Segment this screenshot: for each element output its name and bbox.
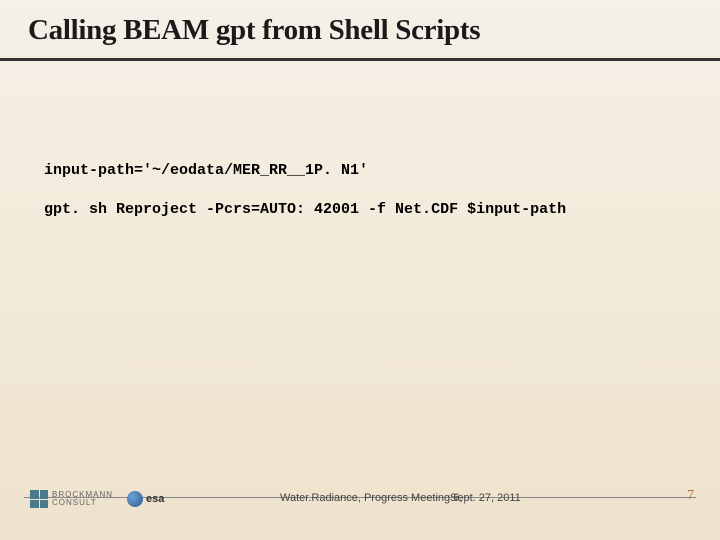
slide: Calling BEAM gpt from Shell Scripts inpu…	[0, 0, 720, 540]
brockmann-icon	[30, 490, 48, 508]
footer-date-text: Sept. 27, 2011	[450, 492, 521, 504]
code-line-2: gpt. sh Reproject -Pcrs=AUTO: 42001 -f N…	[44, 199, 566, 220]
footer: BROCKMANN CONSULT esa Water.Radiance, Pr…	[0, 482, 720, 522]
brockmann-text: BROCKMANN CONSULT	[52, 491, 113, 507]
slide-title: Calling BEAM gpt from Shell Scripts	[28, 14, 480, 47]
page-number: 7	[687, 488, 694, 504]
code-block: input-path='~/eodata/MER_RR__1P. N1' gpt…	[44, 160, 566, 238]
title-underline	[0, 58, 720, 61]
esa-logo: esa	[127, 491, 164, 507]
code-line-1: input-path='~/eodata/MER_RR__1P. N1'	[44, 160, 566, 181]
brockmann-logo: BROCKMANN CONSULT	[30, 490, 113, 508]
esa-globe-icon	[127, 491, 143, 507]
brockmann-text-bottom: CONSULT	[52, 499, 113, 507]
logo-group: BROCKMANN CONSULT esa	[30, 490, 164, 508]
esa-text: esa	[146, 493, 164, 505]
footer-meeting-text: Water.Radiance, Progress Meeting 6,	[280, 492, 462, 504]
